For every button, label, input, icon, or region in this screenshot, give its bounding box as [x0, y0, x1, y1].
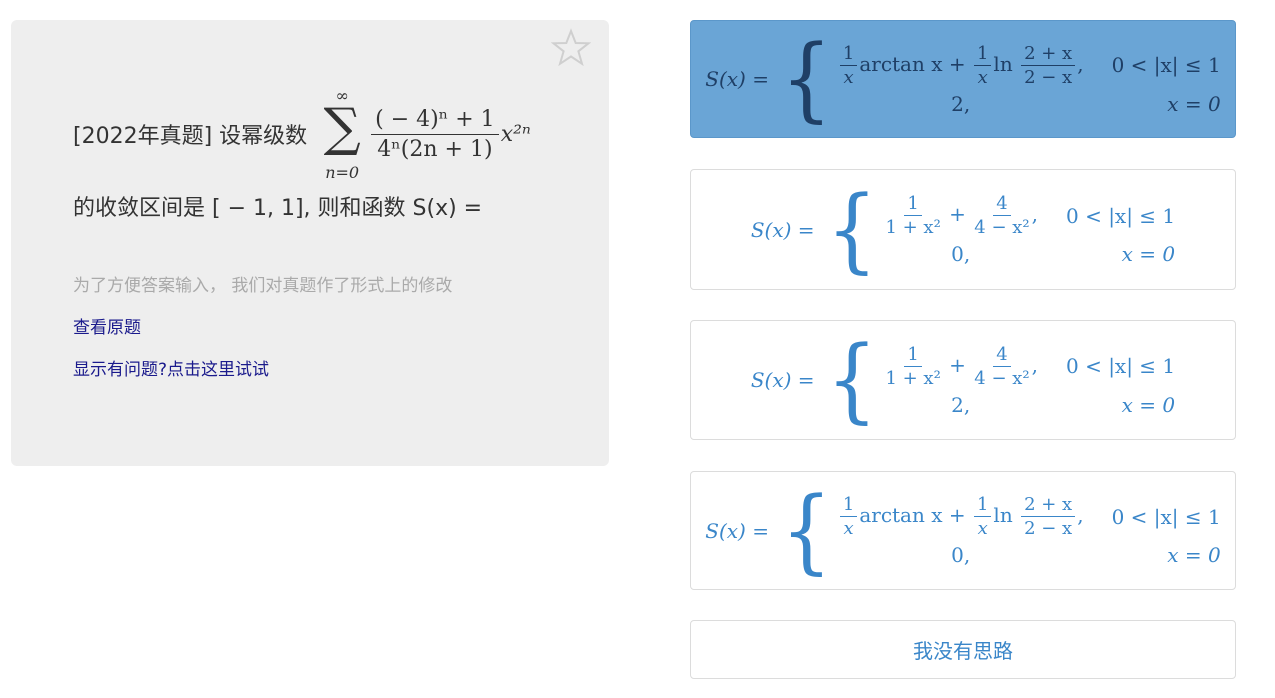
frac-num: 2 + x	[1021, 43, 1076, 66]
frac: 11 + x²	[885, 193, 940, 238]
expr-text: arctan x +	[859, 51, 966, 76]
frac-num: 1	[904, 344, 922, 367]
frac-num: 4	[993, 344, 1011, 367]
frac-den: 4 − x²	[974, 367, 1030, 389]
case1-condition: 0 < |x| ≤ 1	[1111, 53, 1221, 77]
frac-den: 4 − x²	[974, 217, 1030, 238]
frac: 2 + x2 − x	[1021, 494, 1076, 539]
left-brace: {	[780, 476, 832, 584]
frac-den: 1 + x²	[885, 217, 941, 238]
frac-num: 1	[839, 494, 858, 517]
frac-num: 1	[973, 43, 992, 66]
modification-note: 为了方便答案输入， 我们对真题作了形式上的修改	[73, 276, 453, 296]
series-denominator: 4ⁿ(2n + 1)	[377, 136, 493, 162]
expr-text: ln	[993, 503, 1013, 527]
frac-den: x	[977, 66, 988, 88]
case2-expression: 0,	[951, 543, 971, 567]
display-issue-link[interactable]: 显示有问题?点击这里试试	[73, 355, 269, 380]
answer-option-a[interactable]: S(x) = { 1 x arctan x + 1 x ln 2 + x2 − x, 0…	[690, 20, 1236, 138]
series-fraction: ( − 4)ⁿ + 1 4ⁿ(2n + 1)	[371, 107, 499, 162]
case2-condition: x = 0	[1167, 91, 1221, 116]
case1-expression: 11 + x² + 44 − x²,	[883, 193, 1038, 238]
formula-lhs: S(x) =	[750, 368, 815, 392]
frac-num: 1	[904, 193, 922, 216]
expr-text: arctan x +	[859, 503, 966, 527]
left-brace: {	[826, 175, 878, 283]
formula-lhs: S(x) =	[750, 217, 815, 242]
answer-option-c[interactable]: S(x) = { 11 + x² + 44 − x², 0 < |x| ≤ 1 …	[690, 320, 1236, 440]
frac: 44 − x²	[974, 344, 1029, 389]
case1-expression: 1 x arctan x + 1 x ln 2 + x2 − x,	[838, 494, 1084, 539]
frac-den: 1 + x²	[885, 367, 941, 389]
frac: 1x	[839, 494, 858, 539]
formula-lhs: S(x) =	[705, 518, 769, 543]
summation: ∞ ∑ n=0	[321, 86, 363, 182]
expr-text: ,	[1077, 503, 1084, 527]
view-original-link[interactable]: 查看原题	[73, 313, 141, 338]
frac: 1x	[839, 43, 858, 88]
series-numerator: ( − 4)ⁿ + 1	[371, 107, 499, 135]
frac: 1x	[973, 494, 992, 539]
frac-den: 2 − x	[1024, 518, 1073, 539]
expr-text: +	[949, 352, 966, 377]
case1-condition: 0 < |x| ≤ 1	[1111, 504, 1221, 529]
answer-option-d[interactable]: S(x) = { 1 x arctan x + 1 x ln 2 + x2 − x, 0…	[690, 471, 1236, 590]
case2-expression: 2,	[951, 91, 971, 116]
cases: 11 + x² + 44 − x², 0 < |x| ≤ 1 2, x = 0	[883, 344, 1175, 417]
question-text: [2022年真题] 设幂级数 ∞ ∑ n=0 ( − 4)ⁿ + 1 4ⁿ(2n…	[73, 84, 585, 222]
expr-text: ,	[1031, 202, 1038, 226]
answer-option-b[interactable]: S(x) = { 11 + x² + 44 − x², 0 < |x| ≤ 1 …	[690, 169, 1236, 290]
case1-expression: 1 x arctan x + 1 x ln 2 + x2 − x,	[838, 43, 1084, 88]
piecewise-formula: S(x) = { 1 x arctan x + 1 x ln 2 + x2 − x, 0…	[705, 32, 1221, 124]
frac-num: 1	[973, 494, 992, 517]
frac-num: 4	[993, 193, 1011, 216]
expr-text: ,	[1077, 51, 1084, 76]
question-panel: [2022年真题] 设幂级数 ∞ ∑ n=0 ( − 4)ⁿ + 1 4ⁿ(2n…	[11, 20, 609, 466]
frac-num: 2 + x	[1021, 494, 1076, 517]
question-tag: [2022年真题] 设幂级数	[73, 124, 308, 149]
formula-lhs: S(x) =	[705, 67, 769, 91]
frac-den: x	[843, 518, 854, 539]
frac-den: 2 − x	[1024, 66, 1073, 88]
cases: 11 + x² + 44 − x², 0 < |x| ≤ 1 0, x = 0	[883, 193, 1175, 266]
case1-expression: 11 + x² + 44 − x²,	[883, 344, 1038, 389]
left-brace: {	[780, 24, 832, 132]
case2-expression: 0,	[951, 242, 971, 266]
piecewise-formula: S(x) = { 11 + x² + 44 − x², 0 < |x| ≤ 1 …	[750, 333, 1175, 425]
no-idea-button[interactable]: 我没有思路	[690, 620, 1236, 679]
frac-den: x	[843, 66, 854, 88]
piecewise-formula: S(x) = { 11 + x² + 44 − x², 0 < |x| ≤ 1 …	[750, 183, 1175, 275]
frac: 11 + x²	[885, 344, 940, 389]
question-line2: 的收敛区间是 [ − 1, 1], 则和函数 S(x) =	[73, 196, 483, 221]
piecewise-formula: S(x) = { 1 x arctan x + 1 x ln 2 + x2 − x, 0…	[705, 484, 1221, 576]
frac: 1x	[973, 43, 992, 88]
case1-condition: 0 < |x| ≤ 1	[1066, 203, 1176, 228]
frac-num: 1	[839, 43, 858, 66]
frac-den: x	[977, 518, 988, 539]
left-brace: {	[826, 325, 878, 433]
cases: 1 x arctan x + 1 x ln 2 + x2 − x, 0 < |x| ≤ …	[838, 43, 1221, 116]
expr-text: ,	[1031, 352, 1038, 377]
series-power: x²ⁿ	[500, 121, 531, 147]
frac: 2 + x2 − x	[1021, 43, 1076, 88]
sum-lower: n=0	[325, 163, 360, 182]
case2-expression: 2,	[951, 392, 971, 417]
case2-condition: x = 0	[1121, 242, 1176, 266]
expr-text: +	[949, 202, 966, 226]
cases: 1 x arctan x + 1 x ln 2 + x2 − x, 0 < |x| ≤ …	[838, 494, 1221, 567]
sum-symbol: ∑	[323, 98, 361, 158]
case2-condition: x = 0	[1121, 392, 1176, 417]
expr-text: ln	[993, 51, 1013, 76]
case2-condition: x = 0	[1167, 543, 1221, 567]
case1-condition: 0 < |x| ≤ 1	[1066, 354, 1176, 378]
star-icon[interactable]	[551, 28, 591, 68]
frac: 44 − x²	[974, 193, 1029, 238]
